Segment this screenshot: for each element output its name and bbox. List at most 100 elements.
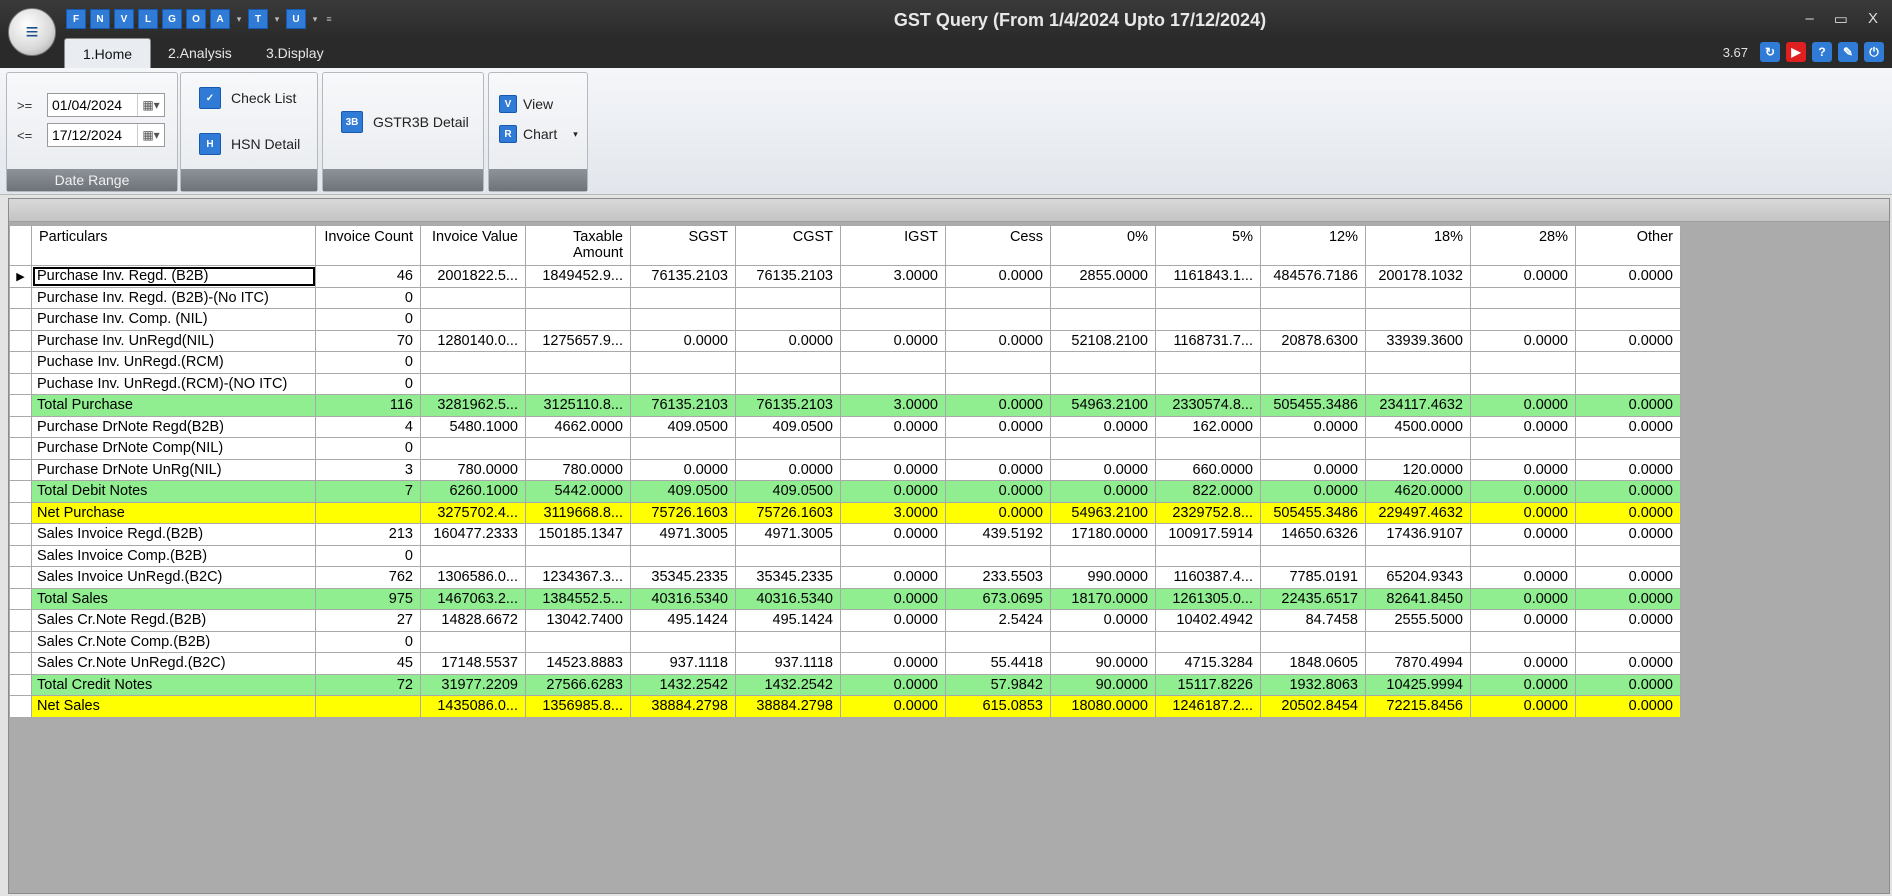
row-indicator[interactable] [9, 372, 32, 395]
quick-access-icon[interactable]: N [90, 9, 110, 29]
maximize-button[interactable]: ▭ [1834, 10, 1848, 28]
value-cell[interactable]: 0 [315, 286, 421, 309]
value-cell[interactable]: 0.0000 [1575, 523, 1681, 546]
value-cell[interactable]: 13042.7400 [525, 609, 631, 632]
value-cell[interactable] [735, 308, 841, 331]
value-cell[interactable]: 615.0853 [945, 695, 1051, 718]
value-cell[interactable]: 160477.2333 [420, 523, 526, 546]
table-row[interactable]: Sales Cr.Note Comp.(B2B) 0 [9, 630, 1681, 653]
row-indicator[interactable] [9, 286, 32, 309]
value-cell[interactable]: 0.0000 [1470, 609, 1576, 632]
value-cell[interactable]: 90.0000 [1050, 673, 1156, 696]
to-date-field[interactable]: 17/12/2024 ▦▾ [47, 123, 165, 147]
value-cell[interactable]: 27 [315, 609, 421, 632]
value-cell[interactable] [1470, 308, 1576, 331]
quick-access-icon[interactable]: U [286, 9, 306, 29]
value-cell[interactable]: 0.0000 [1470, 652, 1576, 675]
value-cell[interactable]: 0.0000 [840, 652, 946, 675]
value-cell[interactable]: 0.0000 [840, 673, 946, 696]
value-cell[interactable] [1050, 308, 1156, 331]
value-cell[interactable] [1050, 544, 1156, 567]
table-row[interactable]: Sales Cr.Note Regd.(B2B) 27 14828.6672 1304… [9, 609, 1681, 632]
value-cell[interactable] [1365, 544, 1471, 567]
value-cell[interactable]: 780.0000 [525, 458, 631, 481]
value-cell[interactable]: 0.0000 [1260, 415, 1366, 438]
value-cell[interactable]: 0.0000 [945, 480, 1051, 503]
value-cell[interactable]: 762 [315, 566, 421, 589]
value-cell[interactable]: 14650.6326 [1260, 523, 1366, 546]
particulars-cell[interactable]: Net Sales [31, 695, 316, 718]
customize-toolbar-icon[interactable]: ≡ [324, 14, 334, 24]
particulars-cell[interactable]: Purchase DrNote Comp(NIL) [31, 437, 316, 460]
row-indicator[interactable]: ▶ [9, 265, 32, 288]
value-cell[interactable]: 76135.2103 [630, 265, 736, 288]
value-cell[interactable]: 1280140.0... [420, 329, 526, 352]
value-cell[interactable] [525, 437, 631, 460]
value-cell[interactable] [1470, 351, 1576, 374]
row-indicator[interactable] [9, 695, 32, 718]
value-cell[interactable]: 0.0000 [945, 329, 1051, 352]
particulars-cell[interactable]: Sales Invoice Regd.(B2B) [31, 523, 316, 546]
tab-display[interactable]: 3.Display [248, 38, 342, 68]
table-row[interactable]: Purchase DrNote UnRg(NIL) 3 780.0000 780.00… [9, 458, 1681, 481]
value-cell[interactable]: 0.0000 [840, 609, 946, 632]
value-cell[interactable] [1470, 372, 1576, 395]
value-cell[interactable]: 76135.2103 [630, 394, 736, 417]
value-cell[interactable] [315, 695, 421, 718]
sync-icon[interactable]: ↻ [1760, 42, 1780, 62]
value-cell[interactable]: 3125110.8... [525, 394, 631, 417]
value-cell[interactable]: 0.0000 [1050, 480, 1156, 503]
value-cell[interactable]: 0.0000 [1470, 695, 1576, 718]
value-cell[interactable] [1260, 372, 1366, 395]
hsn-detail-button[interactable]: H HSN Detail [199, 133, 300, 155]
value-cell[interactable] [1365, 630, 1471, 653]
value-cell[interactable] [945, 544, 1051, 567]
value-cell[interactable]: 7 [315, 480, 421, 503]
value-cell[interactable] [1470, 437, 1576, 460]
value-cell[interactable] [1050, 630, 1156, 653]
value-cell[interactable]: 7785.0191 [1260, 566, 1366, 589]
value-cell[interactable] [420, 630, 526, 653]
value-cell[interactable]: 82641.8450 [1365, 587, 1471, 610]
table-row[interactable]: Net Sales 1435086.0... 1356985.8... 38884.2… [9, 695, 1681, 718]
value-cell[interactable]: 116 [315, 394, 421, 417]
table-row[interactable]: Purchase Inv. UnRegd(NIL) 70 1280140.0... 1… [9, 329, 1681, 352]
particulars-cell[interactable]: Total Debit Notes [31, 480, 316, 503]
value-cell[interactable]: 0.0000 [1575, 415, 1681, 438]
value-cell[interactable]: 1432.2542 [735, 673, 841, 696]
value-cell[interactable]: 234117.4632 [1365, 394, 1471, 417]
value-cell[interactable] [420, 308, 526, 331]
particulars-cell[interactable]: Sales Cr.Note Comp.(B2B) [31, 630, 316, 653]
value-cell[interactable] [630, 351, 736, 374]
value-cell[interactable]: 14523.8883 [525, 652, 631, 675]
value-cell[interactable]: 2855.0000 [1050, 265, 1156, 288]
particulars-cell[interactable]: Purchase Inv. Regd. (B2B) [31, 265, 316, 288]
value-cell[interactable]: 6260.1000 [420, 480, 526, 503]
value-cell[interactable]: 33939.3600 [1365, 329, 1471, 352]
value-cell[interactable]: 505455.3486 [1260, 501, 1366, 524]
value-cell[interactable]: 1246187.2... [1155, 695, 1261, 718]
table-row[interactable]: Sales Invoice Regd.(B2B) 213 160477.2333 15… [9, 523, 1681, 546]
value-cell[interactable]: 0.0000 [945, 415, 1051, 438]
value-cell[interactable]: 75726.1603 [735, 501, 841, 524]
value-cell[interactable]: 4500.0000 [1365, 415, 1471, 438]
value-cell[interactable]: 0.0000 [840, 523, 946, 546]
value-cell[interactable]: 1161843.1... [1155, 265, 1261, 288]
value-cell[interactable]: 7870.4994 [1365, 652, 1471, 675]
value-cell[interactable]: 0 [315, 437, 421, 460]
value-cell[interactable]: 3.0000 [840, 394, 946, 417]
value-cell[interactable]: 0.0000 [1575, 458, 1681, 481]
row-indicator[interactable] [9, 415, 32, 438]
column-header[interactable]: Invoice Count [315, 225, 421, 266]
value-cell[interactable]: 495.1424 [630, 609, 736, 632]
value-cell[interactable]: 40316.5340 [630, 587, 736, 610]
chevron-down-icon[interactable]: ▾ [234, 14, 244, 25]
row-indicator[interactable] [9, 652, 32, 675]
notes-icon[interactable]: ✎ [1838, 42, 1858, 62]
table-row[interactable]: Purchase DrNote Regd(B2B) 4 5480.1000 4662.… [9, 415, 1681, 438]
value-cell[interactable]: 0.0000 [840, 480, 946, 503]
value-cell[interactable]: 2555.5000 [1365, 609, 1471, 632]
value-cell[interactable] [840, 351, 946, 374]
value-cell[interactable] [1050, 351, 1156, 374]
value-cell[interactable]: 0.0000 [1260, 480, 1366, 503]
